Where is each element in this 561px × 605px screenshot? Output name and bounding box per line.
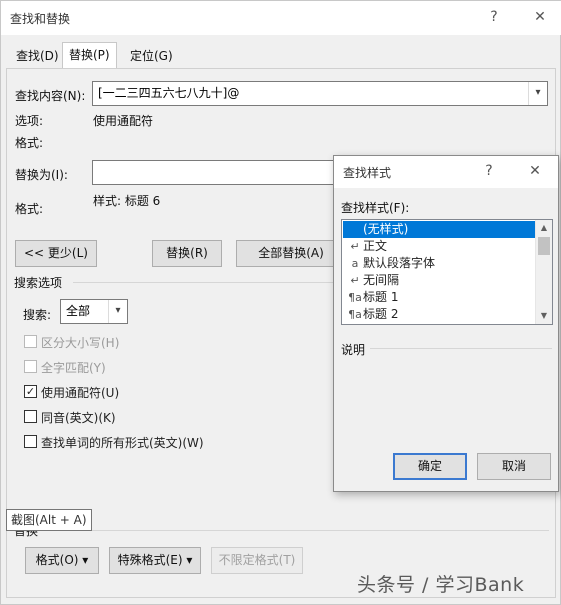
- character-style-icon: a: [351, 257, 359, 270]
- match-case-checkbox[interactable]: [24, 335, 37, 348]
- replace-button[interactable]: 替换(R): [152, 240, 222, 267]
- style-listbox[interactable]: (无样式) ↵ 正文 a 默认段落字体 ↵ 无间隔 ¶a标题 1 ¶a标题 2 ▲ ▼: [341, 219, 553, 325]
- search-direction-label: 搜索:: [23, 308, 52, 322]
- help-button[interactable]: ?: [483, 7, 505, 27]
- linked-style-icon: ¶a: [348, 291, 362, 304]
- style-close-button[interactable]: ✕: [524, 161, 546, 181]
- search-direction-select[interactable]: 全部 ▾: [60, 299, 128, 324]
- paragraph-style-icon: ↵: [350, 240, 360, 253]
- dialog-title: 查找和替换: [10, 12, 71, 26]
- scroll-thumb[interactable]: [538, 237, 550, 255]
- list-scrollbar[interactable]: ▲ ▼: [535, 220, 552, 324]
- style-help-button[interactable]: ?: [478, 161, 500, 181]
- less-button[interactable]: << 更少(L): [15, 240, 97, 267]
- style-item-label: 标题 1: [363, 290, 399, 304]
- section-divider: [45, 530, 549, 531]
- close-button[interactable]: ✕: [529, 7, 551, 27]
- chevron-down-icon[interactable]: ▾: [108, 300, 127, 323]
- search-options-heading: 搜索选项: [14, 276, 63, 290]
- find-input[interactable]: [一二三四五六七八九十]@ ▾: [92, 81, 548, 106]
- paragraph-style-icon: ↵: [350, 274, 360, 287]
- sounds-like-checkbox[interactable]: [24, 410, 37, 423]
- find-style-dialog: 查找样式 ? ✕ 查找样式(F): (无样式) ↵ 正文 a 默认段落字体 ↵ 无间隔…: [333, 155, 559, 492]
- style-dialog-title-bar: 查找样式 ? ✕: [334, 156, 558, 188]
- scroll-up-icon[interactable]: ▲: [536, 220, 552, 236]
- title-bar: 查找和替换 ? ✕: [1, 1, 561, 35]
- wildcards-checkbox[interactable]: ✓: [24, 385, 37, 398]
- style-item-label: 标题 2: [363, 307, 399, 321]
- find-label: 查找内容(N):: [15, 89, 86, 103]
- style-item-label: (无样式): [363, 222, 409, 236]
- chevron-down-icon[interactable]: ▾: [528, 82, 547, 105]
- format-button[interactable]: 格式(O) ▾: [25, 547, 99, 574]
- replace-input[interactable]: [92, 160, 336, 185]
- style-dialog-title: 查找样式: [343, 166, 392, 180]
- whole-word-checkbox[interactable]: [24, 360, 37, 373]
- linked-style-icon: ¶a: [348, 308, 362, 321]
- search-direction-value: 全部: [66, 304, 91, 318]
- style-list-label: 查找样式(F):: [341, 201, 410, 215]
- tab-find[interactable]: 查找(D): [10, 44, 65, 69]
- scroll-down-icon[interactable]: ▼: [536, 308, 552, 324]
- word-forms-checkbox[interactable]: [24, 435, 37, 448]
- style-item-label: 默认段落字体: [363, 256, 436, 270]
- ok-button[interactable]: 确定: [393, 453, 467, 480]
- whole-word-label: 全字匹配(Y): [41, 361, 106, 375]
- wildcards-label: 使用通配符(U): [41, 386, 120, 400]
- sounds-like-label: 同音(英文)(K): [41, 411, 116, 425]
- list-item[interactable]: ¶a标题 2: [343, 306, 537, 323]
- section-divider: [370, 348, 552, 349]
- replace-all-button[interactable]: 全部替换(A): [236, 240, 346, 267]
- tab-goto[interactable]: 定位(G): [124, 44, 179, 69]
- list-item[interactable]: ¶a标题 1: [343, 289, 537, 306]
- no-formatting-button[interactable]: 不限定格式(T): [211, 547, 303, 574]
- description-label: 说明: [341, 343, 366, 357]
- match-case-label: 区分大小写(H): [41, 336, 120, 350]
- find-format-label: 格式:: [15, 136, 44, 150]
- list-item[interactable]: (无样式): [343, 221, 537, 238]
- style-item-label: 无间隔: [363, 273, 400, 287]
- options-value: 使用通配符: [93, 114, 154, 128]
- list-item[interactable]: ↵ 正文: [343, 238, 537, 255]
- options-label: 选项:: [15, 114, 44, 128]
- tab-replace[interactable]: 替换(P): [62, 42, 117, 69]
- find-input-value: [一二三四五六七八九十]@: [98, 86, 240, 100]
- list-item[interactable]: ↵ 无间隔: [343, 272, 537, 289]
- word-forms-label: 查找单词的所有形式(英文)(W): [41, 436, 204, 450]
- watermark: 头条号 / 学习Bank: [357, 574, 525, 596]
- special-button[interactable]: 特殊格式(E) ▾: [109, 547, 201, 574]
- replace-label: 替换为(I):: [15, 168, 68, 182]
- style-item-label: 正文: [363, 239, 388, 253]
- list-item[interactable]: a 默认段落字体: [343, 255, 537, 272]
- replace-format-label: 格式:: [15, 202, 44, 216]
- cancel-button[interactable]: 取消: [477, 453, 551, 480]
- replace-format-value: 样式: 标题 6: [93, 194, 161, 208]
- screenshot-tooltip: 截图(Alt + A): [6, 509, 92, 531]
